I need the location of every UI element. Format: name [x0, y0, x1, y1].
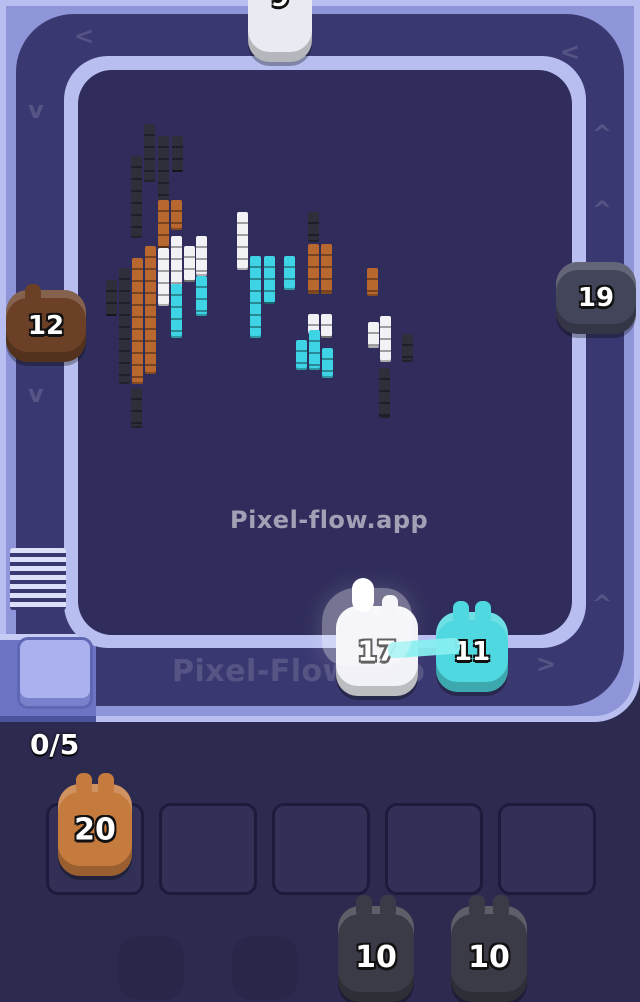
- pixel-block: [144, 124, 155, 182]
- creature-count: 9: [248, 0, 312, 13]
- pixel-block: [106, 280, 117, 316]
- pixel-block: [321, 244, 332, 294]
- track-arrow-icon: v: [28, 96, 44, 124]
- creature-count: 10: [355, 940, 397, 975]
- creature-count: 12: [27, 311, 65, 341]
- track-arrow-icon: <: [74, 22, 95, 50]
- creature-count: 10: [468, 940, 510, 975]
- pixel-block: [131, 156, 142, 238]
- pixel-block: [196, 276, 207, 316]
- track-arrow-icon: ^: [592, 590, 613, 618]
- creature-ear: [453, 601, 470, 621]
- queue-creature-black[interactable]: 10: [451, 895, 527, 1002]
- game-stage: < < ^ ^ ^ v v > Pixel-Flow.app Pixel-flo…: [0, 0, 640, 1002]
- pixel-block: [132, 258, 143, 384]
- pixel-block: [309, 330, 320, 370]
- pixel-block: [322, 348, 333, 378]
- pixel-block: [196, 236, 207, 276]
- track-arrow-icon: ^: [592, 196, 613, 224]
- pixel-block: [296, 340, 307, 370]
- pixel-block: [172, 136, 183, 172]
- pixel-block: [158, 248, 169, 306]
- holding-slot[interactable]: [272, 803, 370, 895]
- queue-creature-black[interactable]: 10: [338, 895, 414, 1002]
- conveyor-exit-gate: [20, 640, 90, 706]
- queue-counter: 0/5: [30, 728, 80, 761]
- slot-creature-brown[interactable]: 20: [58, 773, 132, 876]
- pixel-block: [158, 200, 169, 248]
- track-arrow-icon: ^: [592, 120, 613, 148]
- belt-creature-black[interactable]: 19: [556, 262, 636, 334]
- pixel-block: [145, 246, 156, 374]
- pixel-block: [308, 244, 319, 294]
- pixel-block: [368, 322, 379, 348]
- queue-ghost: [232, 936, 298, 1000]
- creature-ear: [379, 895, 396, 915]
- pixel-block: [171, 200, 182, 230]
- creature-ear: [469, 895, 486, 915]
- creature-ear: [25, 284, 42, 304]
- pixel-block: [284, 256, 295, 290]
- creature-ear: [98, 773, 115, 793]
- track-arrow-icon: >: [536, 650, 557, 678]
- pixel-block: [184, 246, 195, 282]
- pixel-block: [402, 334, 413, 362]
- pixel-block: [171, 284, 182, 338]
- creature-count: 20: [74, 812, 116, 848]
- creature-count: 19: [577, 283, 615, 313]
- pixel-block: [131, 388, 142, 428]
- pixel-block: [380, 316, 391, 362]
- queue-ghost: [118, 936, 184, 1000]
- center-watermark: Pixel-flow.app: [230, 506, 429, 534]
- pointer-hand-icon: [322, 588, 412, 666]
- belt-creature-white-top[interactable]: 9: [248, 0, 312, 62]
- holding-slot[interactable]: [498, 803, 596, 895]
- holding-slot[interactable]: [385, 803, 483, 895]
- holding-slot[interactable]: [159, 803, 257, 895]
- creature-ear: [474, 601, 491, 621]
- pixel-block: [237, 212, 248, 270]
- track-arrow-icon: v: [28, 380, 44, 408]
- pixel-block: [379, 368, 390, 418]
- pixel-block: [250, 256, 261, 338]
- pixel-block: [119, 268, 130, 384]
- creature-ear: [492, 895, 509, 915]
- belt-creature-brown[interactable]: 12: [6, 284, 86, 362]
- pixel-block: [321, 314, 332, 338]
- pixel-block: [308, 212, 319, 242]
- creature-ear: [356, 895, 373, 915]
- pixel-block: [264, 256, 275, 304]
- pixel-block: [367, 268, 378, 296]
- track-arrow-icon: <: [560, 38, 581, 66]
- stair-stripes: [10, 548, 66, 610]
- creature-ear: [75, 773, 92, 793]
